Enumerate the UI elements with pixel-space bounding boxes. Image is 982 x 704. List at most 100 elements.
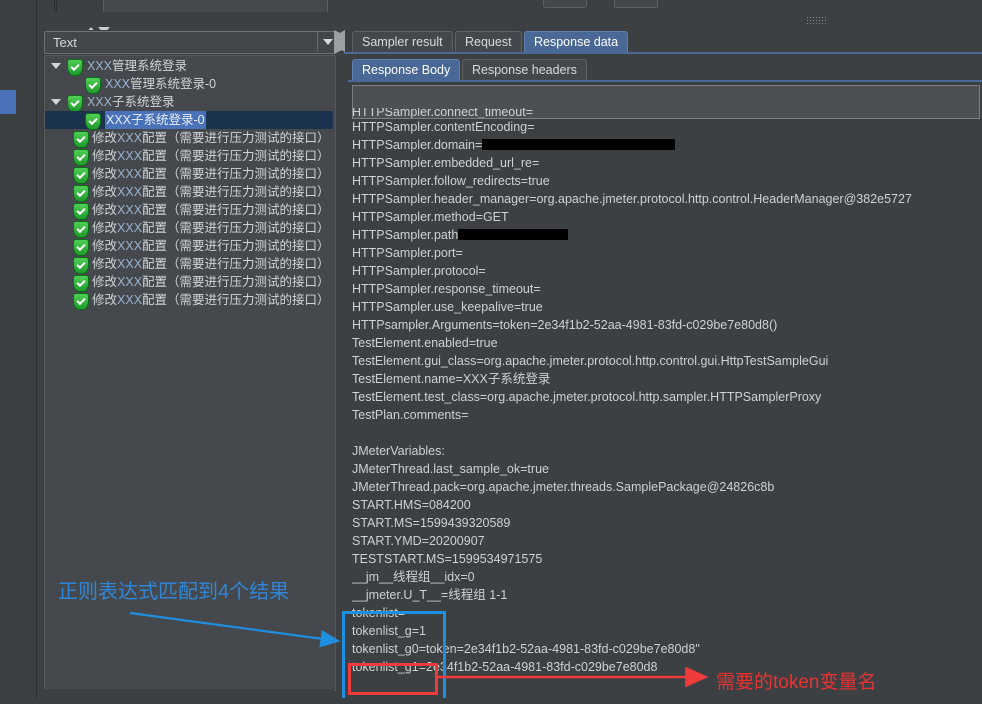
response-line-text: JMeterThread.last_sample_ok=true (352, 462, 549, 476)
response-line: HTTPSampler.contentEncoding= (352, 118, 982, 136)
tab-response-data[interactable]: Response data (524, 31, 629, 53)
tree-row[interactable]: 修改XXX配置（需要进行压力测试的接口） (45, 291, 333, 310)
resize-grip-icon[interactable] (806, 16, 828, 24)
annotation-red-label: 需要的token变量名 (716, 672, 877, 693)
response-line-text: TestElement.gui_class=org.apache.jmeter.… (352, 354, 829, 368)
response-line: tokenlist_g=1 (352, 622, 982, 640)
toolbar-separator-a (36, 0, 37, 22)
response-line-text: HTTPSampler.path (352, 228, 459, 242)
tree-row-label: 修改XXX配置（需要进行压力测试的接口） (92, 149, 330, 163)
response-line-text: TestElement.name=XXX子系统登录 (352, 372, 551, 386)
response-line-text: START.HMS=084200 (352, 498, 471, 512)
response-line: tokenlist_g1=2e34f1b2-52aa-4981-83fd-c02… (352, 658, 982, 676)
response-line-text: HTTPSampler.embedded_url_re= (352, 156, 540, 170)
search-filter-value: Text (53, 35, 77, 50)
tree-row[interactable]: 修改XXX配置（需要进行压力测试的接口） (45, 219, 333, 238)
response-line: HTTPSampler.use_keepalive=true (352, 298, 982, 316)
green-shield-success-icon (73, 221, 89, 238)
response-line: HTTPSampler.follow_redirects=true (352, 172, 982, 190)
top-button-1[interactable] (543, 0, 587, 8)
response-line: HTTPSampler.port= (352, 244, 982, 262)
response-line: HTTPSampler.method=GET (352, 208, 982, 226)
triangle-down-icon[interactable] (51, 99, 61, 105)
tree-row-label: XXX子系统登录-0 (105, 111, 206, 129)
tree-row-label: 修改XXX配置（需要进行压力测试的接口） (92, 275, 330, 289)
tree-row[interactable]: 修改XXX配置（需要进行压力测试的接口） (45, 129, 333, 148)
triangle-down-icon[interactable] (51, 63, 61, 69)
response-line: TestElement.name=XXX子系统登录 (352, 370, 982, 388)
tree-row[interactable]: 修改XXX配置（需要进行压力测试的接口） (45, 147, 333, 166)
tree-row[interactable]: XXX子系统登录-0 (45, 111, 333, 130)
green-shield-success-icon (73, 203, 89, 220)
tree-row[interactable]: 修改XXX配置（需要进行压力测试的接口） (45, 165, 333, 184)
response-line-text: HTTPSampler.protocol= (352, 264, 486, 278)
green-shield-success-icon (73, 293, 89, 310)
response-line: JMeterThread.pack=org.apache.jmeter.thre… (352, 478, 982, 496)
response-body-text[interactable]: HTTPSampler.connect_timeout= HTTPSampler.… (352, 108, 982, 704)
primary-tab-underline (344, 52, 982, 54)
annotation-blue-label: 正则表达式匹配到4个结果 (58, 581, 290, 603)
response-line-text: TestPlan.comments= (352, 408, 469, 422)
response-line: TestElement.enabled=true (352, 334, 982, 352)
bottom-strip (0, 698, 982, 704)
response-line: JMeterVariables: (352, 442, 982, 460)
response-line: HTTPSampler.path (352, 226, 982, 244)
response-line: TestElement.test_class=org.apache.jmeter… (352, 388, 982, 406)
response-line: HTTPSampler.embedded_url_re= (352, 154, 982, 172)
tree-row[interactable]: 修改XXX配置（需要进行压力测试的接口） (45, 183, 333, 202)
response-line-text: HTTPSampler.response_timeout= (352, 282, 541, 296)
tree-row-label: 修改XXX配置（需要进行压力测试的接口） (92, 293, 330, 307)
left-scrollbar-thumb[interactable] (0, 90, 16, 114)
response-line-text: START.YMD=20200907 (352, 534, 485, 548)
secondary-tab-underline (348, 80, 982, 82)
green-shield-success-icon (73, 185, 89, 202)
response-line: TestElement.gui_class=org.apache.jmeter.… (352, 352, 982, 370)
tree-row[interactable]: 修改XXX配置（需要进行压力测试的接口） (45, 255, 333, 274)
tab-sampler-result[interactable]: Sampler result (352, 31, 453, 53)
search-filter-combo[interactable]: Text (44, 31, 336, 54)
tree-row[interactable]: XXX管理系统登录 (45, 57, 333, 76)
response-line: START.HMS=084200 (352, 496, 982, 514)
chevron-down-icon[interactable] (323, 39, 333, 45)
tree-row-label: XXX子系统登录 (87, 95, 175, 109)
green-shield-success-icon (73, 131, 89, 148)
tab-response-headers[interactable]: Response headers (462, 59, 587, 81)
tree-row[interactable]: XXX管理系统登录-0 (45, 75, 333, 94)
tree-row-label: 修改XXX配置（需要进行压力测试的接口） (92, 203, 330, 217)
redaction-bar (458, 229, 569, 240)
green-shield-success-icon (85, 77, 101, 94)
annotation-red-highlight-box (348, 663, 438, 695)
response-line: HTTPSampler.response_timeout= (352, 280, 982, 298)
response-line-text: HTTPSampler.connect_timeout= (352, 108, 533, 118)
tab-request[interactable]: Request (455, 31, 522, 53)
response-line-text: __jm__线程组__idx=0 (352, 570, 475, 584)
response-line: tokenlist_g0=token=2e34f1b2-52aa-4981-83… (352, 640, 982, 658)
response-line-text: JMeterThread.pack=org.apache.jmeter.thre… (352, 480, 775, 494)
green-shield-success-icon (73, 149, 89, 166)
top-button-2[interactable] (614, 0, 658, 8)
response-line: START.MS=1599439320589 (352, 514, 982, 532)
response-line-text: HTTPSampler.domain= (352, 138, 483, 152)
redaction-bar (482, 139, 676, 150)
response-line: HTTPSampler.header_manager=org.apache.jm… (352, 190, 982, 208)
response-line: HTTPSampler.protocol= (352, 262, 982, 280)
tree-row[interactable]: 修改XXX配置（需要进行压力测试的接口） (45, 201, 333, 220)
response-line: HTTPSampler.connect_timeout= (352, 108, 982, 118)
tree-row-list: XXX管理系统登录 XXX管理系统登录-0 XXX子系统登录 XXX子系统登录-0 修改… (45, 57, 333, 310)
response-line: HTTPsampler.Arguments=token=2e34f1b2-52a… (352, 316, 982, 334)
response-line-text: HTTPSampler.header_manager=org.apache.jm… (352, 192, 912, 206)
response-line-text: HTTPSampler.method=GET (352, 210, 509, 224)
green-shield-success-icon (73, 167, 89, 184)
response-line: START.YMD=20200907 (352, 532, 982, 550)
tab-response-body[interactable]: Response Body (352, 59, 461, 81)
tree-row[interactable]: XXX子系统登录 (45, 93, 333, 112)
tree-row-label: 修改XXX配置（需要进行压力测试的接口） (92, 257, 330, 271)
response-line: tokenlist= (352, 604, 982, 622)
response-line-text: HTTPSampler.follow_redirects=true (352, 174, 550, 188)
green-shield-success-icon (85, 113, 101, 130)
green-shield-success-icon (67, 95, 83, 112)
combo-divider (317, 32, 318, 51)
tree-row-label: 修改XXX配置（需要进行压力测试的接口） (92, 239, 330, 253)
tree-row[interactable]: 修改XXX配置（需要进行压力测试的接口） (45, 273, 333, 292)
tree-row[interactable]: 修改XXX配置（需要进行压力测试的接口） (45, 237, 333, 256)
